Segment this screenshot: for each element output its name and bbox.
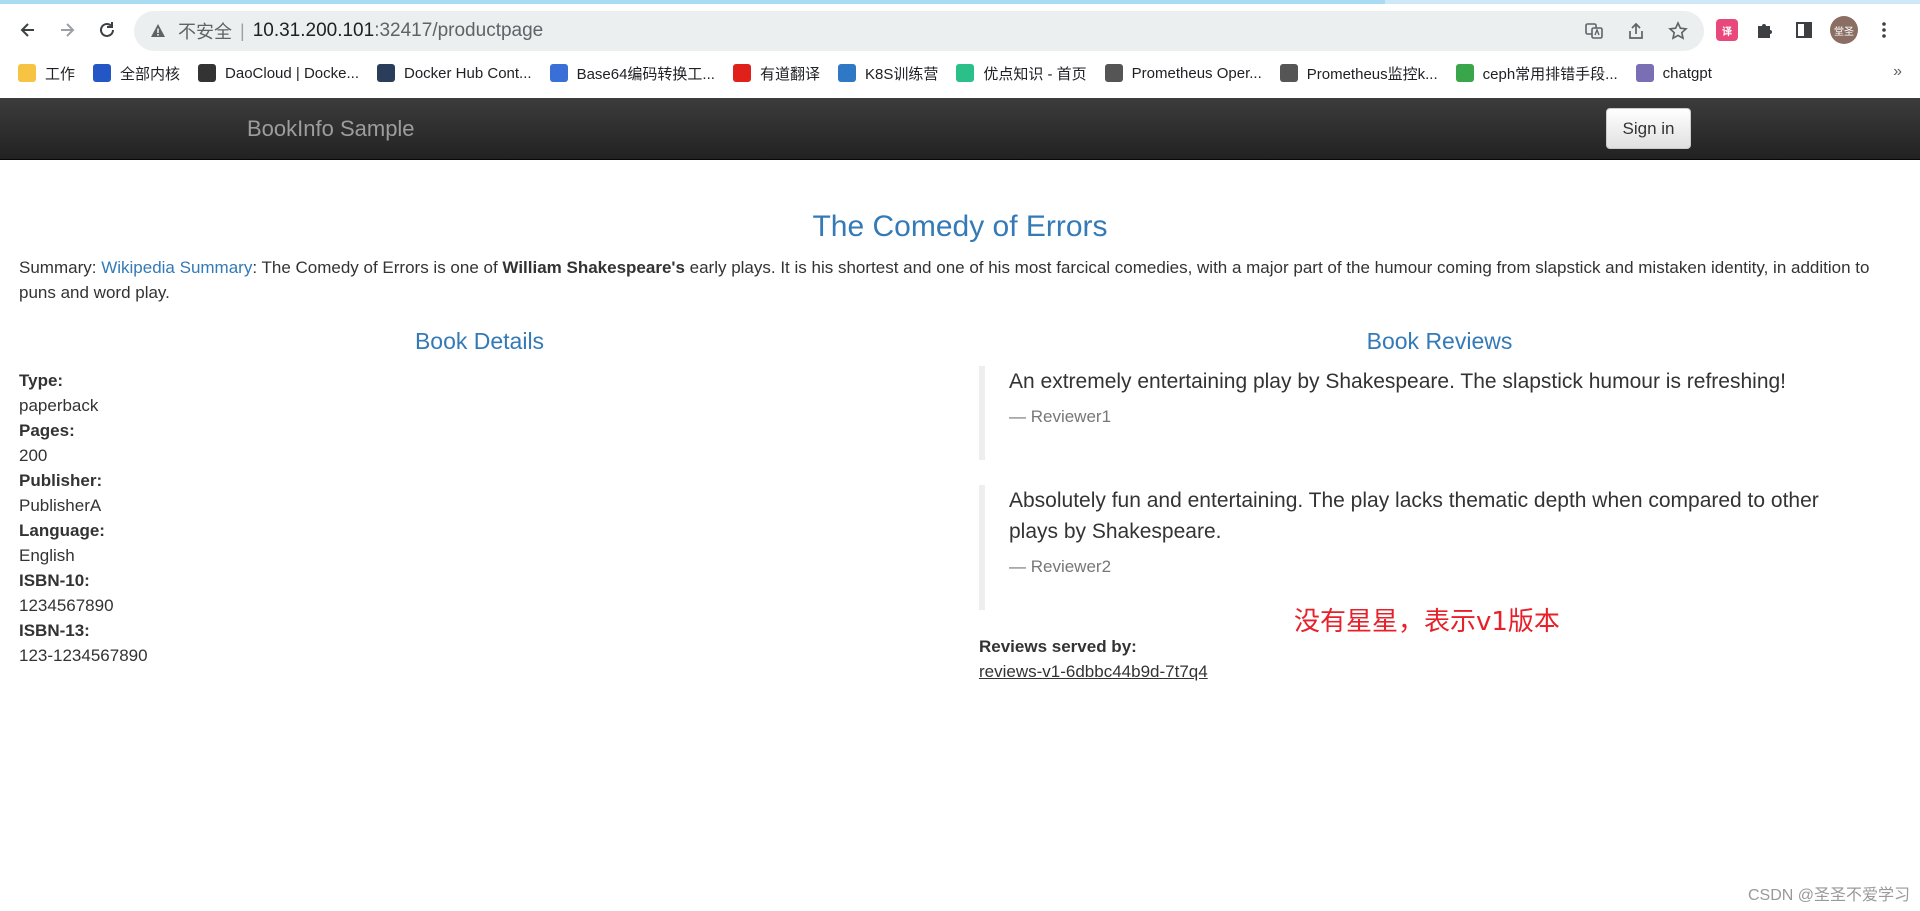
detail-value: 123-1234567890 <box>19 646 148 665</box>
bookmark-item[interactable]: 优点知识 - 首页 <box>956 63 1087 84</box>
detail-label: Publisher: <box>19 471 103 490</box>
bookmark-label: 有道翻译 <box>759 65 820 83</box>
translate-icon[interactable] <box>1580 17 1608 45</box>
extensions-puzzle-icon[interactable] <box>1750 16 1778 44</box>
favicon-icon <box>956 64 975 82</box>
bookmark-label: 优点知识 - 首页 <box>983 65 1087 83</box>
reload-button[interactable] <box>91 14 123 46</box>
favicon-icon <box>1635 64 1654 82</box>
favicon-icon <box>93 64 112 82</box>
book-reviews-heading: Book Reviews <box>1366 328 1513 354</box>
star-bookmark-icon[interactable] <box>1664 17 1692 45</box>
summary-mid: : The Comedy of Errors is one of <box>252 258 503 277</box>
detail-value: English <box>19 546 75 565</box>
bookmark-item[interactable]: Prometheus监控k... <box>1279 63 1438 84</box>
folder-icon <box>18 64 36 82</box>
detail-label: Language: <box>19 521 105 540</box>
browser-toolbar: 不安全 | 10.31.200.101 :32417/productpage 译… <box>0 4 1920 55</box>
back-arrow-icon <box>20 23 34 37</box>
detail-value: paperback <box>19 396 99 415</box>
bookmark-item[interactable]: 全部内核 <box>93 63 180 84</box>
bookmark-item[interactable]: Base64编码转换工... <box>549 63 715 84</box>
detail-label: ISBN-10: <box>19 571 90 590</box>
review-author: — Reviewer1 <box>1009 407 1112 426</box>
bookmark-label: chatgpt <box>1662 64 1712 82</box>
reviews-pod-name[interactable]: reviews-v1-6dbbc44b9d-7t7q4 <box>979 662 1208 682</box>
brand-link[interactable]: BookInfo Sample <box>247 116 415 142</box>
address-bar[interactable]: 不安全 | 10.31.200.101 :32417/productpage <box>134 11 1704 51</box>
menu-kebab-icon[interactable] <box>1870 16 1898 44</box>
url-path: :32417/productpage <box>374 20 544 41</box>
back-button[interactable] <box>12 14 44 46</box>
detail-value: 200 <box>19 446 48 465</box>
forward-button[interactable] <box>51 14 83 46</box>
detail-label: Pages: <box>19 421 75 440</box>
bookmarks-overflow-button[interactable]: » <box>1893 63 1902 81</box>
summary-prefix: Summary: <box>19 258 102 277</box>
bookmark-label: K8S训练营 <box>864 65 939 83</box>
bookmarks-bar: 工作 全部内核 DaoCloud | Docke... Docker Hub Cont… <box>0 55 1920 91</box>
favicon-icon <box>1279 64 1298 82</box>
bookmark-item[interactable]: DaoCloud | Docke... <box>198 64 359 82</box>
bookmark-label: Base64编码转换工... <box>576 65 715 83</box>
side-panel-icon[interactable] <box>1790 16 1818 44</box>
bookmark-item[interactable]: chatgpt <box>1635 64 1712 82</box>
favicon-icon <box>732 64 751 82</box>
book-details-list: Type: paperback Pages: 200 Publisher: Publish… <box>19 368 148 668</box>
red-annotation: 没有星星，表示v1版本 <box>1294 607 1560 637</box>
bookmark-item[interactable]: Prometheus Oper... <box>1104 64 1262 82</box>
detail-value: 1234567890 <box>19 596 114 615</box>
favicon-icon <box>1104 64 1123 82</box>
reload-icon <box>100 22 114 37</box>
favicon-icon <box>198 64 217 82</box>
bookmark-item[interactable]: 有道翻译 <box>732 63 820 84</box>
review-text: Absolutely fun and entertaining. The pla… <box>1009 489 1819 543</box>
favicon-icon <box>837 64 856 82</box>
detail-value: PublisherA <box>19 496 102 515</box>
bookmark-label: DaoCloud | Docke... <box>225 64 359 82</box>
bookmark-label: Prometheus监控k... <box>1306 65 1438 83</box>
bookmark-label: 工作 <box>45 65 76 83</box>
profile-avatar[interactable]: 堂圣 <box>1830 16 1858 44</box>
translate-extension-icon[interactable]: 译 <box>1716 19 1738 41</box>
book-title: The Comedy of Errors <box>812 210 1108 243</box>
warning-icon[interactable] <box>150 22 168 40</box>
share-icon[interactable] <box>1622 17 1650 45</box>
bookmark-item[interactable]: Docker Hub Cont... <box>377 64 532 82</box>
bookmark-item[interactable]: ceph常用排错手段... <box>1455 63 1618 84</box>
favicon-icon <box>549 64 568 82</box>
reviews-served-by-label: Reviews served by: <box>979 637 1137 656</box>
detail-label: Type: <box>19 371 64 390</box>
url-host: 10.31.200.101 <box>252 20 375 41</box>
bookmark-label: ceph常用排错手段... <box>1482 65 1618 83</box>
wikipedia-summary-link[interactable]: Wikipedia Summary <box>101 258 252 277</box>
bookmark-item[interactable]: 工作 <box>18 63 75 84</box>
csdn-watermark: CSDN @圣圣不爱学习 <box>1747 887 1910 904</box>
detail-label: ISBN-13: <box>19 621 90 640</box>
book-details-heading: Book Details <box>414 328 545 354</box>
insecure-label: 不安全 <box>178 22 232 42</box>
favicon-icon <box>377 64 395 82</box>
bookmark-label: Prometheus Oper... <box>1131 64 1262 82</box>
favicon-icon <box>1455 64 1474 82</box>
page-content: BookInfo Sample Sign in The Comedy of Er… <box>0 91 1920 911</box>
summary-author: William Shakespeare's <box>502 258 685 277</box>
forward-arrow-icon <box>61 23 75 37</box>
review-1: An extremely entertaining play by Shakes… <box>979 366 1859 460</box>
review-text: An extremely entertaining play by Shakes… <box>1009 370 1787 393</box>
review-author: — Reviewer2 <box>1009 557 1112 576</box>
app-navbar: BookInfo Sample Sign in <box>0 98 1920 160</box>
sign-in-button[interactable]: Sign in <box>1606 108 1691 149</box>
bookmark-label: Docker Hub Cont... <box>404 64 532 82</box>
url-separator: | <box>240 20 245 41</box>
book-summary: Summary: Wikipedia Summary: The Comedy o… <box>19 255 1899 305</box>
bookmark-item[interactable]: K8S训练营 <box>837 63 939 84</box>
review-2: Absolutely fun and entertaining. The pla… <box>979 485 1859 610</box>
bookmark-label: 全部内核 <box>120 65 181 83</box>
